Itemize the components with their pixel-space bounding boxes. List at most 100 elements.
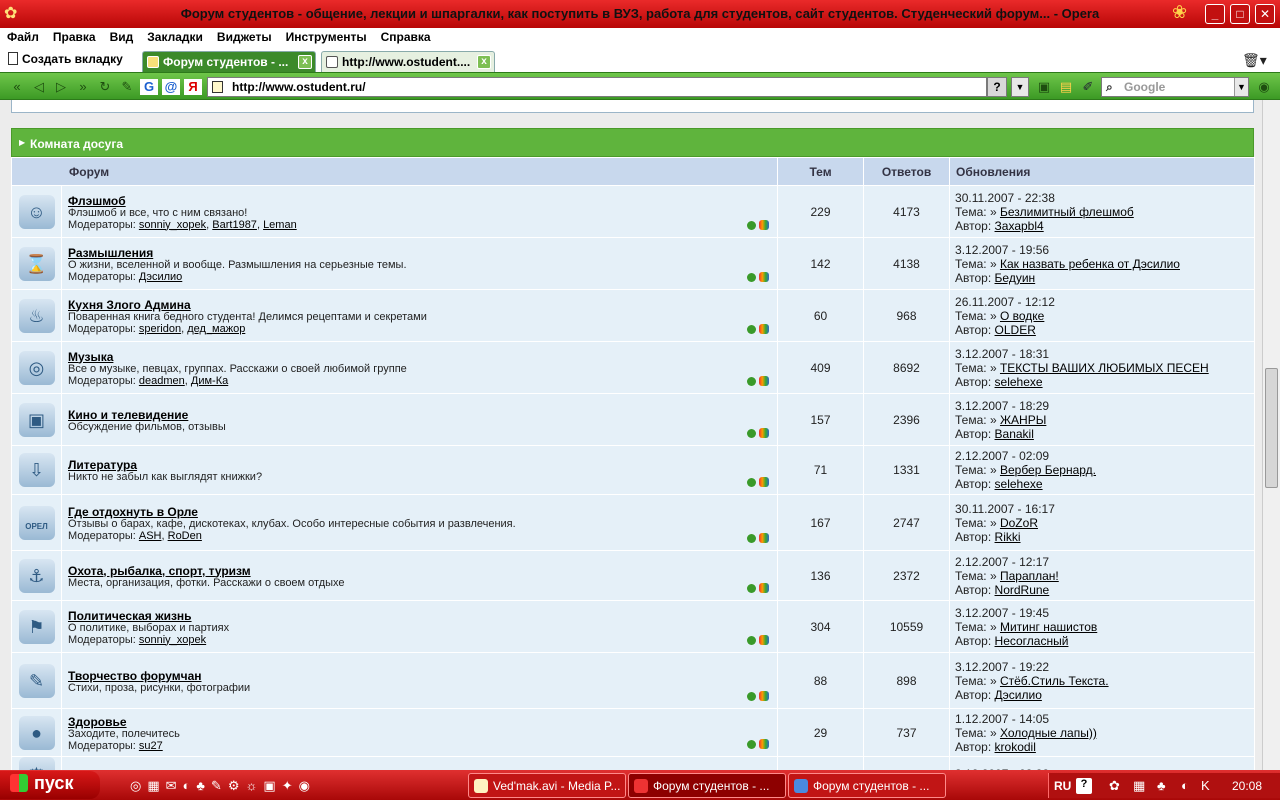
menu-tools[interactable]: Инструменты bbox=[279, 28, 374, 44]
tab-ostudent[interactable]: http://www.ostudent.... x bbox=[321, 51, 495, 72]
menu-widgets[interactable]: Виджеты bbox=[210, 28, 279, 44]
notes-icon[interactable]: ▤ bbox=[1057, 79, 1075, 95]
fast-forward-icon[interactable]: » bbox=[74, 79, 92, 95]
taskbar-item-media-player[interactable]: Ved'mak.avi - Media P... bbox=[468, 773, 626, 798]
address-field[interactable]: http://www.ostudent.ru/ bbox=[207, 77, 987, 97]
author-link[interactable]: krokodil bbox=[995, 740, 1036, 754]
close-button[interactable]: ✕ bbox=[1255, 4, 1275, 24]
moderator-link[interactable]: Дим-Ка bbox=[191, 375, 228, 387]
new-tab-button[interactable]: Создать вкладку bbox=[8, 52, 123, 66]
wand-icon[interactable]: ✐ bbox=[1079, 79, 1097, 95]
address-dropdown-icon[interactable]: ▼ bbox=[1011, 77, 1029, 97]
author-link[interactable]: NordRune bbox=[995, 583, 1050, 597]
last-topic-link[interactable]: Вербер Бернард. bbox=[1000, 463, 1096, 477]
help-button[interactable]: ? bbox=[987, 77, 1007, 97]
forum-title-link[interactable]: Охота, рыбалка, спорт, туризм bbox=[68, 565, 771, 577]
author-link[interactable]: selehexe bbox=[995, 375, 1043, 389]
section-header[interactable]: ▶ Комната досуга bbox=[11, 128, 1254, 157]
rss-icon[interactable] bbox=[759, 691, 770, 701]
tray-icon[interactable]: ♣ bbox=[1157, 778, 1166, 793]
moderator-link[interactable]: дед_мажор bbox=[187, 323, 245, 335]
edit-icon[interactable]: ✎ bbox=[118, 79, 136, 95]
tab-forum-active[interactable]: Форум студентов - ... x bbox=[142, 51, 316, 72]
forum-title-link[interactable]: Музыка bbox=[68, 351, 771, 363]
trash-icon[interactable]: 🗑▾ bbox=[1242, 52, 1267, 69]
rss-icon[interactable] bbox=[759, 583, 770, 593]
author-link[interactable]: Дэсилио bbox=[995, 688, 1042, 702]
tray-icon[interactable]: ✿ bbox=[1109, 778, 1120, 794]
author-link[interactable]: Несогласный bbox=[995, 634, 1069, 648]
plus-icon[interactable] bbox=[747, 273, 757, 282]
moderator-link[interactable]: Дэсилио bbox=[139, 271, 182, 283]
menu-bookmarks[interactable]: Закладки bbox=[140, 28, 210, 44]
minimize-button[interactable]: _ bbox=[1205, 4, 1225, 24]
search-input[interactable]: ⌕ Google ▼ bbox=[1101, 77, 1249, 97]
mail-icon[interactable]: @ bbox=[162, 79, 180, 95]
forum-title-link[interactable]: Политическая жизнь bbox=[68, 610, 771, 622]
quick-launch-app-icon[interactable]: ◉ bbox=[299, 778, 316, 793]
rss-icon[interactable] bbox=[759, 220, 770, 230]
rss-icon[interactable] bbox=[759, 428, 770, 438]
vertical-scrollbar[interactable] bbox=[1262, 100, 1280, 770]
forum-title-link[interactable]: Где отдохнуть в Орле bbox=[68, 506, 771, 518]
forum-title-link[interactable]: Размышления bbox=[68, 247, 771, 259]
last-topic-link[interactable]: Холодные лапы)) bbox=[1000, 726, 1097, 740]
quick-launch-app-icon[interactable]: ✉ bbox=[166, 778, 183, 793]
tray-icon[interactable]: ◐ bbox=[1181, 778, 1189, 793]
quick-launch-app-icon[interactable]: ☼ bbox=[246, 778, 264, 793]
tray-icon[interactable]: ▦ bbox=[1133, 778, 1145, 794]
panel-icon[interactable]: ▣ bbox=[1035, 79, 1053, 95]
last-topic-link[interactable]: Безлимитный флешмоб bbox=[1000, 205, 1134, 219]
moderator-link[interactable]: deadmen bbox=[139, 375, 185, 387]
help-icon[interactable]: ? bbox=[1076, 778, 1092, 794]
quick-launch-app-icon[interactable]: ▣ bbox=[263, 778, 281, 793]
last-topic-link[interactable]: Митинг нашистов bbox=[1000, 620, 1097, 634]
moderator-link[interactable]: ASH bbox=[139, 530, 162, 542]
plus-icon[interactable] bbox=[747, 584, 757, 593]
quick-launch-app-icon[interactable]: ⚙ bbox=[228, 778, 246, 793]
moderator-link[interactable]: sonniy_xopek bbox=[139, 634, 206, 646]
rss-icon[interactable] bbox=[759, 635, 770, 645]
menu-file[interactable]: Файл bbox=[0, 28, 46, 44]
forum-title-link[interactable]: Творчество форумчан bbox=[68, 670, 771, 682]
moderator-link[interactable]: RoDen bbox=[168, 530, 202, 542]
google-icon[interactable]: G bbox=[140, 79, 158, 95]
yandex-icon[interactable]: Я bbox=[184, 79, 202, 95]
menu-help[interactable]: Справка bbox=[374, 28, 438, 44]
rss-icon[interactable] bbox=[759, 376, 770, 386]
forum-title-link[interactable]: Кино и телевидение bbox=[68, 409, 771, 421]
forward-icon[interactable]: ▷ bbox=[52, 79, 70, 95]
author-link[interactable]: Rikki bbox=[995, 530, 1021, 544]
start-button[interactable]: пуск bbox=[0, 771, 100, 799]
plus-icon[interactable] bbox=[747, 636, 757, 645]
quick-launch-app-icon[interactable]: ✎ bbox=[211, 778, 228, 793]
language-indicator[interactable]: RU bbox=[1054, 779, 1071, 793]
back-icon[interactable]: ◁ bbox=[30, 79, 48, 95]
menu-view[interactable]: Вид bbox=[103, 28, 141, 44]
rss-icon[interactable] bbox=[759, 324, 770, 334]
moderator-link[interactable]: su27 bbox=[139, 740, 163, 752]
plus-icon[interactable] bbox=[747, 377, 757, 386]
moderator-link[interactable]: sonniy_xopek bbox=[139, 219, 206, 231]
plus-icon[interactable] bbox=[747, 325, 757, 334]
last-topic-link[interactable]: Как назвать ребенка от Дэсилио bbox=[1000, 257, 1180, 271]
plus-icon[interactable] bbox=[747, 429, 757, 438]
menu-edit[interactable]: Правка bbox=[46, 28, 103, 44]
quick-launch-app-icon[interactable]: ◐ bbox=[183, 778, 197, 793]
last-topic-link[interactable]: О водке bbox=[1000, 309, 1044, 323]
quick-launch-app-icon[interactable]: ♣ bbox=[196, 778, 211, 793]
plus-icon[interactable] bbox=[747, 478, 757, 487]
plus-icon[interactable] bbox=[747, 692, 757, 701]
author-link[interactable]: OLDER bbox=[995, 323, 1036, 337]
forum-title-link[interactable]: Здоровье bbox=[68, 716, 771, 728]
quick-launch-app-icon[interactable]: ✦ bbox=[282, 778, 299, 793]
author-link[interactable]: Бедуин bbox=[995, 271, 1036, 285]
plus-icon[interactable] bbox=[747, 221, 757, 230]
rss-icon[interactable] bbox=[759, 739, 770, 749]
author-link[interactable]: selehexe bbox=[995, 477, 1043, 491]
forum-title-link[interactable]: Литература bbox=[68, 459, 771, 471]
reload-icon[interactable]: ↻ bbox=[96, 79, 114, 95]
search-dropdown-icon[interactable]: ▼ bbox=[1234, 78, 1248, 96]
last-topic-link[interactable]: DoZoR bbox=[1000, 516, 1038, 530]
moderator-link[interactable]: Bart1987 bbox=[212, 219, 257, 231]
